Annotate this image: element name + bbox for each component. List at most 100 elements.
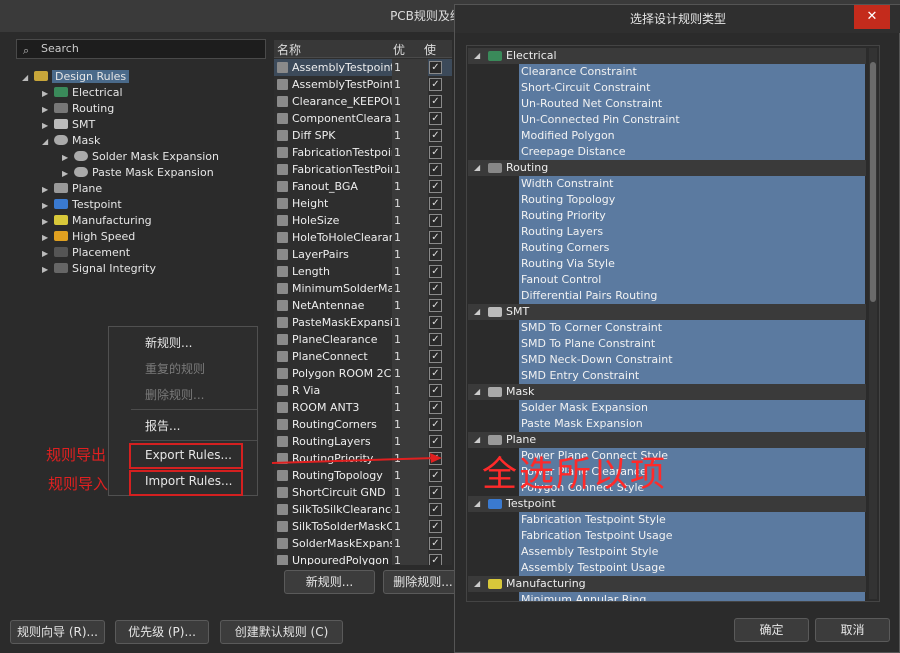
column-header-name[interactable]: 名称 (277, 41, 301, 58)
rule-type-item[interactable]: SMD Entry Constraint (519, 368, 865, 384)
enabled-checkbox[interactable]: ✓ (429, 350, 442, 363)
category-mask[interactable]: ◢ Mask (468, 384, 866, 400)
enabled-checkbox[interactable]: ✓ (429, 333, 442, 346)
rule-type-item[interactable]: Differential Pairs Routing (519, 288, 865, 304)
rule-type-item[interactable]: Minimum Annular Ring (519, 592, 865, 601)
priority-button[interactable]: 优先级 (P)... (115, 620, 209, 644)
expand-arrow-icon[interactable]: ◢ (474, 496, 480, 512)
enabled-checkbox[interactable]: ✓ (429, 469, 442, 482)
table-row[interactable]: RoutingLayers 1 ✓ (274, 433, 452, 450)
enabled-checkbox[interactable]: ✓ (429, 61, 442, 74)
category-smt[interactable]: ◢ SMT (468, 304, 866, 320)
enabled-checkbox[interactable]: ✓ (429, 299, 442, 312)
enabled-checkbox[interactable]: ✓ (429, 129, 442, 142)
enabled-checkbox[interactable]: ✓ (429, 486, 442, 499)
close-icon[interactable]: ✕ (854, 5, 890, 29)
enabled-checkbox[interactable]: ✓ (429, 554, 442, 565)
rule-type-item[interactable]: Un-Connected Pin Constraint (519, 112, 865, 128)
tree-item-smt[interactable]: ▶ SMT (42, 117, 95, 133)
enabled-checkbox[interactable]: ✓ (429, 418, 442, 431)
enabled-checkbox[interactable]: ✓ (429, 384, 442, 397)
table-row[interactable]: AssemblyTestPointU 1 ✓ (274, 76, 452, 93)
create-default-rules-button[interactable]: 创建默认规则 (C) (220, 620, 343, 644)
rule-type-item[interactable]: Assembly Testpoint Style (519, 544, 865, 560)
enabled-checkbox[interactable]: ✓ (429, 95, 442, 108)
table-row[interactable]: UnpouredPolygon 1 ✓ (274, 552, 452, 565)
rule-type-item[interactable]: Assembly Testpoint Usage (519, 560, 865, 576)
table-row[interactable]: ROOM ANT3 1 ✓ (274, 399, 452, 416)
scrollbar-thumb[interactable] (870, 62, 876, 302)
rule-type-item[interactable]: Fabrication Testpoint Usage (519, 528, 865, 544)
table-row[interactable]: FabricationTestPoint 1 ✓ (274, 161, 452, 178)
table-row[interactable]: SilkToSilkClearance 1 ✓ (274, 501, 452, 518)
new-rule-button[interactable]: 新规则... (284, 570, 375, 594)
rule-type-item[interactable]: SMD Neck-Down Constraint (519, 352, 865, 368)
tree-item-plane[interactable]: ▶ Plane (42, 181, 102, 197)
rule-type-item[interactable]: Un-Routed Net Constraint (519, 96, 865, 112)
expand-arrow-icon[interactable]: ◢ (474, 48, 480, 64)
rule-type-item[interactable]: SMD To Corner Constraint (519, 320, 865, 336)
enabled-checkbox[interactable]: ✓ (429, 146, 442, 159)
enabled-checkbox[interactable]: ✓ (429, 248, 442, 261)
table-row[interactable]: MinimumSolderMask1✓ (274, 280, 452, 297)
delete-rule-button[interactable]: 删除规则... (383, 570, 463, 594)
enabled-checkbox[interactable]: ✓ (429, 163, 442, 176)
category-routing[interactable]: ◢ Routing (468, 160, 866, 176)
table-row[interactable]: PlaneConnect 1 ✓ (274, 348, 452, 365)
ok-button[interactable]: 确定 (734, 618, 809, 642)
rule-type-item[interactable]: Routing Layers (519, 224, 865, 240)
expand-arrow-icon[interactable]: ◢ (474, 160, 480, 176)
search-input[interactable]: ⌕ Search (16, 39, 266, 59)
rule-type-item[interactable]: Routing Priority (519, 208, 865, 224)
cancel-button[interactable]: 取消 (815, 618, 890, 642)
tree-item-testpoint[interactable]: ▶ Testpoint (42, 197, 122, 213)
table-row[interactable]: HoleToHoleClearance1✓ (274, 229, 452, 246)
table-row[interactable]: SolderMaskExpansion1✓ (274, 535, 452, 552)
table-row[interactable]: ComponentClearance1✓ (274, 110, 452, 127)
menu-item-delete-rule[interactable]: 删除规则... (145, 386, 204, 403)
rule-type-item[interactable]: Solder Mask Expansion (519, 400, 865, 416)
scrollbar[interactable] (869, 48, 877, 599)
enabled-checkbox[interactable]: ✓ (429, 231, 442, 244)
tree-item-high-speed[interactable]: ▶ High Speed (42, 229, 135, 245)
rule-type-item[interactable]: SMD To Plane Constraint (519, 336, 865, 352)
expand-arrow-icon[interactable]: ◢ (474, 576, 480, 592)
tree-item-routing[interactable]: ▶ Routing (42, 101, 114, 117)
tree-item-signal-integrity[interactable]: ▶ Signal Integrity (42, 261, 156, 277)
table-row[interactable]: PlaneClearance 1 ✓ (274, 331, 452, 348)
menu-item-report[interactable]: 报告... (145, 417, 180, 434)
rule-wizard-button[interactable]: 规则向导 (R)... (10, 620, 105, 644)
column-header-priority[interactable]: 优 (393, 41, 405, 58)
table-row[interactable]: Diff SPK 1 ✓ (274, 127, 452, 144)
enabled-checkbox[interactable]: ✓ (429, 214, 442, 227)
table-row[interactable]: PasteMaskExpansion1✓ (274, 314, 452, 331)
enabled-checkbox[interactable]: ✓ (429, 401, 442, 414)
tree-item-placement[interactable]: ▶ Placement (42, 245, 130, 261)
enabled-checkbox[interactable]: ✓ (429, 197, 442, 210)
table-row[interactable]: Length 1 ✓ (274, 263, 452, 280)
rule-type-item[interactable]: Routing Via Style (519, 256, 865, 272)
rule-type-item[interactable]: Paste Mask Expansion (519, 416, 865, 432)
expand-arrow-icon[interactable]: ◢ (22, 70, 34, 86)
rule-type-item[interactable]: Fanout Control (519, 272, 865, 288)
table-row[interactable]: LayerPairs 1 ✓ (274, 246, 452, 263)
expand-arrow-icon[interactable]: ◢ (474, 304, 480, 320)
menu-item-new-rule[interactable]: 新规则... (145, 334, 192, 351)
tree-item-electrical[interactable]: ▶ Electrical (42, 85, 123, 101)
tree-item-manufacturing[interactable]: ▶ Manufacturing (42, 213, 152, 229)
enabled-checkbox[interactable]: ✓ (429, 503, 442, 516)
table-row[interactable]: Fanout_BGA 1 ✓ (274, 178, 452, 195)
table-row[interactable]: Clearance_KEEPOUT1✓ (274, 93, 452, 110)
category-manufacturing[interactable]: ◢ Manufacturing (468, 576, 866, 592)
rule-type-item[interactable]: Fabrication Testpoint Style (519, 512, 865, 528)
enabled-checkbox[interactable]: ✓ (429, 78, 442, 91)
tree-item-solder-mask-expansion[interactable]: ▶ Solder Mask Expansion (62, 149, 219, 165)
rule-type-item[interactable]: Modified Polygon (519, 128, 865, 144)
table-row[interactable]: FabricationTestpoint 1 ✓ (274, 144, 452, 161)
category-testpoint[interactable]: ◢ Testpoint (468, 496, 866, 512)
table-row[interactable]: R Via 1 ✓ (274, 382, 452, 399)
rule-type-item[interactable]: Short-Circuit Constraint (519, 80, 865, 96)
table-row[interactable]: Height 1 ✓ (274, 195, 452, 212)
enabled-checkbox[interactable]: ✓ (429, 435, 442, 448)
tree-item-mask[interactable]: ◢ Mask (42, 133, 100, 149)
